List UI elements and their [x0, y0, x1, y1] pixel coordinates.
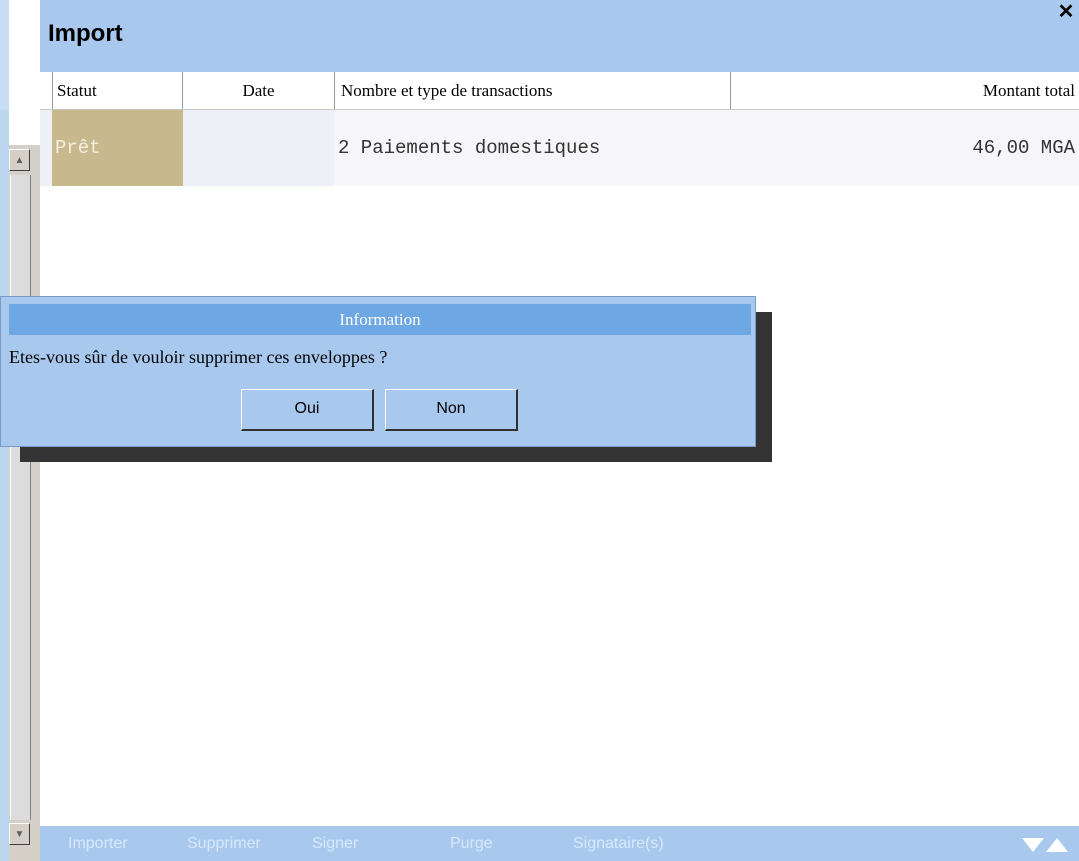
- arrow-down-icon: ▼: [14, 828, 25, 840]
- column-header-statut[interactable]: Statut: [52, 72, 182, 109]
- window-title: Import: [48, 20, 123, 47]
- bottom-toolbar: Importer Supprimer Signer Purge Signatai…: [40, 826, 1079, 861]
- transactions-cell: 2 Paiements domestiques: [334, 110, 730, 186]
- dialog-message: Etes-vous sûr de vouloir supprimer ces e…: [9, 347, 388, 367]
- purge-button[interactable]: Purge: [450, 835, 493, 853]
- collapse-down-icon[interactable]: [1022, 838, 1044, 852]
- column-header-date[interactable]: Date: [182, 72, 334, 109]
- signatories-button[interactable]: Signataire(s): [573, 835, 664, 853]
- scroll-up-button[interactable]: ▲: [9, 149, 30, 171]
- yes-button[interactable]: Oui: [241, 389, 374, 431]
- confirmation-dialog: Information Etes-vous sûr de vouloir sup…: [0, 296, 756, 447]
- amount-cell: 46,00 MGA: [730, 110, 1079, 186]
- table-header: Statut Date Nombre et type de transactio…: [40, 72, 1079, 110]
- dialog-title: Information: [9, 304, 751, 335]
- column-header-amount[interactable]: Montant total: [730, 72, 1079, 109]
- import-button[interactable]: Importer: [68, 835, 128, 853]
- scroll-track[interactable]: [10, 175, 31, 820]
- status-cell: Prêt: [52, 110, 183, 186]
- expand-up-icon[interactable]: [1046, 838, 1068, 852]
- window-title-bar: [40, 0, 1079, 72]
- column-header-transactions[interactable]: Nombre et type de transactions: [334, 72, 730, 109]
- date-cell: [183, 110, 334, 186]
- left-edge-strip-top: [0, 0, 9, 110]
- arrow-up-icon: ▲: [14, 154, 25, 166]
- close-icon[interactable]: ✕: [1057, 2, 1075, 22]
- scroll-down-button[interactable]: ▼: [9, 823, 30, 845]
- delete-button[interactable]: Supprimer: [187, 835, 261, 853]
- no-button[interactable]: Non: [385, 389, 518, 431]
- table-row[interactable]: Prêt 2 Paiements domestiques 46,00 MGA: [40, 110, 1079, 186]
- sign-button[interactable]: Signer: [312, 835, 358, 853]
